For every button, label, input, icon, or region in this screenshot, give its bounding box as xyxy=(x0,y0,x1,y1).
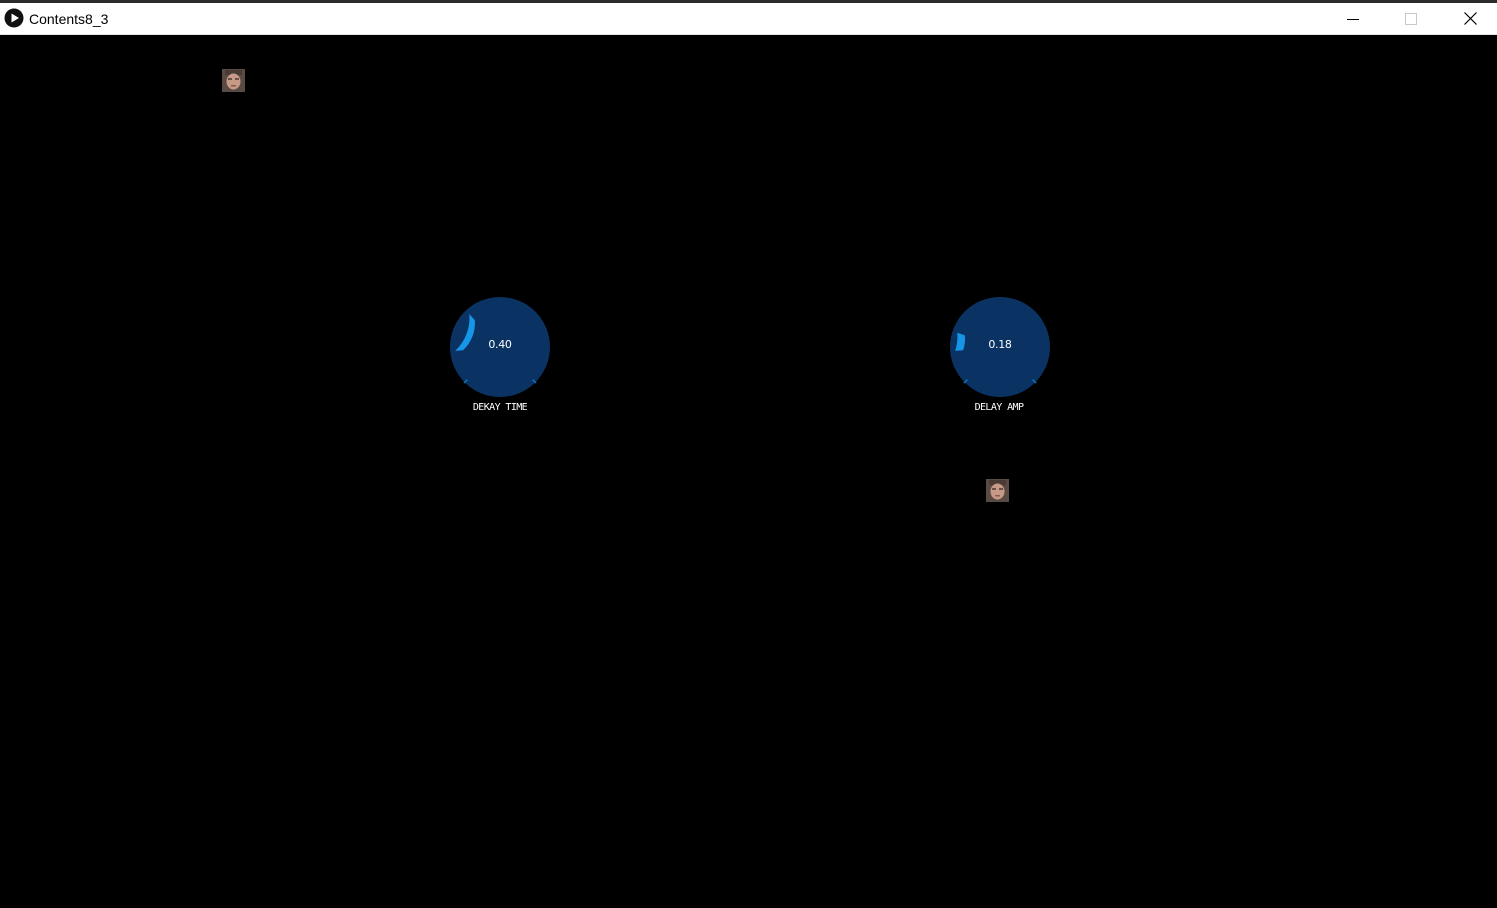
face-sprite-icon xyxy=(986,479,1009,502)
play-app-icon xyxy=(4,8,24,28)
close-icon xyxy=(1463,12,1477,25)
window-title: Contents8_3 xyxy=(29,11,109,27)
titlebar[interactable]: Contents8_3 xyxy=(0,3,1497,35)
face-sprite-icon xyxy=(222,69,245,92)
minimize-button[interactable] xyxy=(1330,3,1376,34)
maximize-icon xyxy=(1405,12,1417,25)
sketch-canvas[interactable]: 0.40 DEKAY TIME 0.18 DELAY AMP xyxy=(0,35,1497,908)
app-window: Contents8_3 0.40 DEKAY TIME 0.18 DELAY A… xyxy=(0,0,1497,908)
knob-value: 0.40 xyxy=(488,338,512,351)
knob-value: 0.18 xyxy=(988,338,1012,351)
maximize-button[interactable] xyxy=(1388,3,1434,34)
knob-decay-time[interactable]: 0.40 xyxy=(448,295,552,399)
knob-label-decay-time: DEKAY TIME xyxy=(472,402,528,413)
knob-delay-amp[interactable]: 0.18 xyxy=(948,295,1052,399)
close-button[interactable] xyxy=(1447,3,1493,34)
minimize-icon xyxy=(1347,18,1359,20)
knob-label-delay-amp: DELAY AMP xyxy=(974,402,1024,413)
